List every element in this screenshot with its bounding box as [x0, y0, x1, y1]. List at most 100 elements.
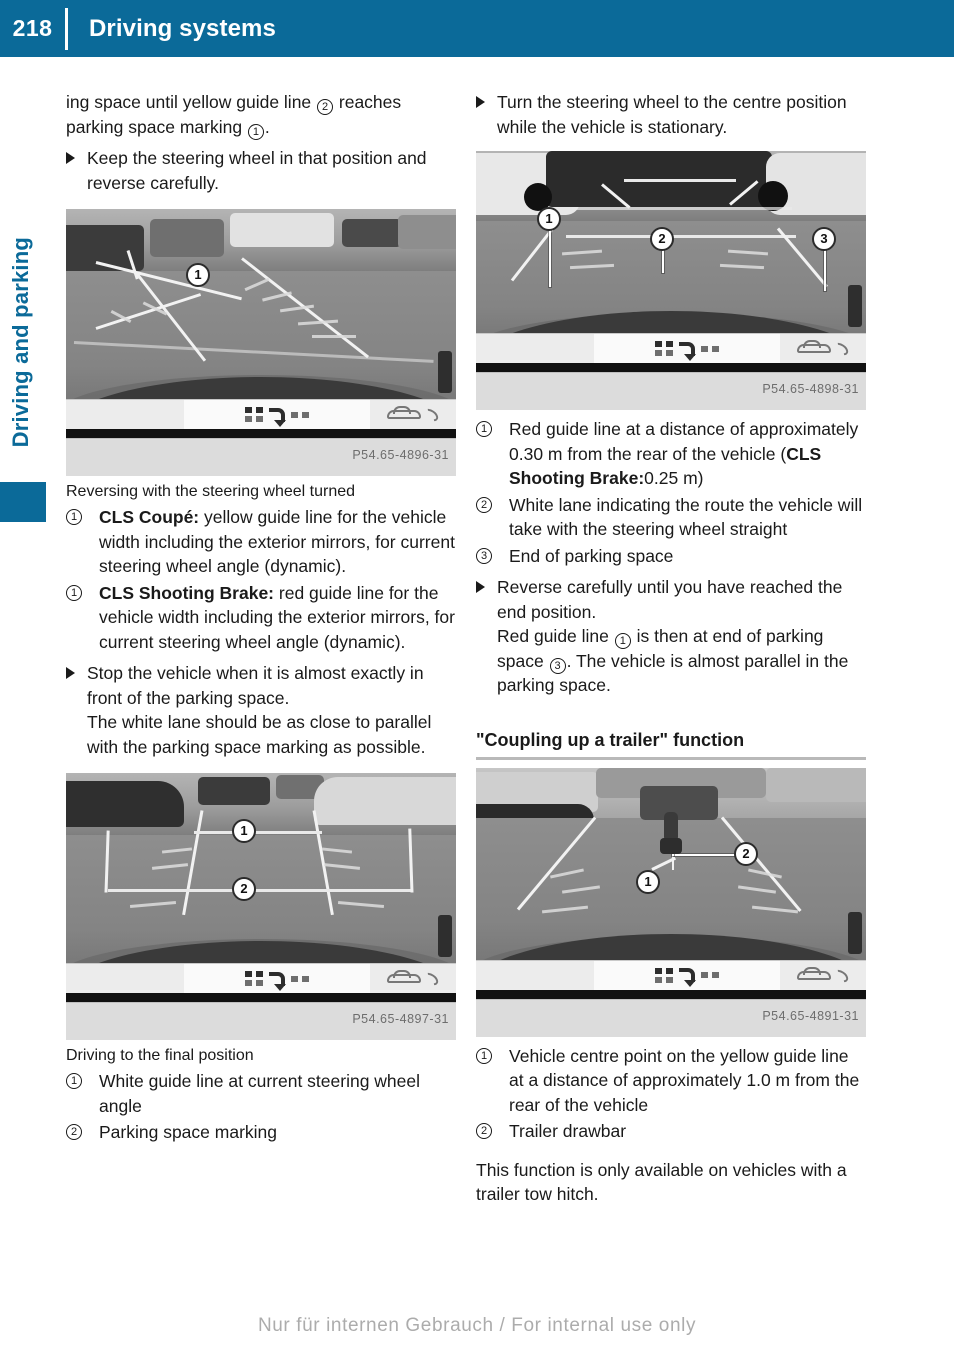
screen-black-bar — [66, 993, 456, 1002]
legend-item-white-lane-text: White lane indicating the route the vehi… — [509, 494, 863, 540]
legend-item-cls-shooting-brake: 1 CLS Shooting Brake: red guide line for… — [66, 581, 456, 655]
lane-dash — [312, 335, 356, 338]
legend-item-cls-coupe-label: CLS Coupé: — [99, 507, 200, 527]
footer-watermark: Nur für internen Gebrauch / For internal… — [257, 1315, 697, 1336]
legend-number-badge: 1 — [66, 1073, 82, 1089]
parked-car — [198, 777, 270, 805]
chapter-side-tab: Driving and parking — [0, 205, 44, 480]
legend-item-trailer-drawbar-text: Trailer drawbar — [509, 1121, 627, 1141]
hmi-vehicle-icon-area — [780, 334, 866, 363]
camera-view-image: 1 2 — [476, 767, 866, 990]
legend-number-badge: 2 — [476, 1123, 492, 1139]
trajectory-hook-icon — [679, 968, 696, 987]
legend-item-end-of-parking-space-text: End of parking space — [509, 545, 674, 566]
instruction-reverse-carefully: Reverse carefully until you have reached… — [476, 575, 866, 698]
guide-line-top — [194, 831, 322, 834]
legend-number-badge: 3 — [476, 547, 492, 564]
hmi-status-strip — [476, 333, 866, 363]
parking-sensor — [438, 915, 452, 957]
car-icon — [797, 966, 851, 985]
legend-number-badge: 2 — [66, 1124, 82, 1140]
sensor-bar-group — [291, 975, 298, 982]
page-title: Driving systems — [89, 14, 276, 42]
figure-image-id: P54.65-4891-31 — [762, 1008, 859, 1023]
trailer-drawbar-structure — [640, 785, 718, 820]
trajectory-hook-icon — [269, 407, 286, 427]
sensor-bar-group — [256, 971, 263, 986]
inline-callout-ref: 2 — [317, 99, 334, 115]
legend-number-badge: 1 — [66, 584, 82, 601]
inline-callout-ref: 1 — [247, 123, 264, 140]
sensor-bar-group — [655, 967, 662, 983]
instruction-reverse-cont-a: Red guide line — [497, 626, 614, 646]
figure-image-id: P54.65-4897-31 — [352, 1012, 449, 1026]
hmi-vehicle-icon-area — [370, 964, 456, 993]
figure-id-bar: P54.65-4891-31 — [476, 998, 866, 1037]
callout-leader-line — [549, 229, 551, 287]
hmi-vehicle-icon-area — [370, 400, 456, 429]
screen-black-bar — [476, 989, 866, 999]
camera-view-image: 1 — [66, 209, 456, 429]
instruction-stop-vehicle: Stop the vehicle when it is almost exact… — [66, 661, 456, 759]
sensor-bar-group — [655, 341, 662, 356]
paragraph-continued-text-c: . — [264, 116, 270, 137]
instruction-keep-wheel-text: Keep the steering wheel in that position… — [87, 148, 427, 193]
instruction-turn-wheel: Turn the steering wheel to the centre po… — [476, 90, 866, 139]
sensor-bar-group — [302, 411, 309, 418]
sensor-bar-group — [712, 972, 719, 978]
sensor-bar-group — [245, 407, 252, 422]
hmi-left-segment — [476, 334, 594, 363]
legend-item-white-guide-line: 1 White guide line at current steering w… — [66, 1069, 456, 1118]
instruction-reverse-continued: Red guide line 1 is then at end of parki… — [497, 626, 848, 695]
legend-item-cls-coupe: 1 CLS Coupé: yellow guide line for the v… — [66, 505, 456, 579]
paragraph-continued-text-a: ing space until yellow guide line — [66, 92, 317, 112]
callout-leader-line — [824, 249, 826, 291]
section-heading-coupling-trailer: "Coupling up a trailer" function — [476, 729, 745, 750]
hmi-parking-sensor-display — [594, 334, 780, 363]
instruction-reverse-cont-c: . The vehicle is almost parallel in the … — [497, 650, 849, 696]
instruction-keep-wheel: Keep the steering wheel in that position… — [66, 146, 456, 195]
legend-item-end-of-parking-space: 3 End of parking space — [476, 544, 866, 569]
hmi-left-segment — [66, 964, 184, 993]
hmi-parking-sensor-display — [184, 400, 370, 429]
figure-callout-2: 2 — [734, 841, 758, 866]
trajectory-hook-icon — [679, 341, 696, 361]
legend-item-cls-brake-label: CLS Shooting Brake: — [99, 582, 275, 603]
legend-item-parking-space-marking: 2 Parking space marking — [66, 1120, 456, 1145]
parked-car — [230, 213, 334, 247]
red-guide-line — [566, 235, 796, 238]
sensor-bar-group — [302, 975, 309, 982]
guide-line-far — [624, 179, 736, 182]
parked-car — [314, 777, 456, 825]
car-icon — [387, 970, 441, 988]
background-object — [766, 767, 866, 802]
legend-item-vehicle-centre-point: 1 Vehicle centre point on the yellow gui… — [476, 1044, 866, 1118]
instruction-reverse-text: Reverse carefully until you have reached… — [497, 577, 843, 622]
hmi-left-segment — [66, 400, 184, 429]
instruction-stop-vehicle-continued: The white lane should be as close to par… — [87, 712, 432, 757]
sensor-bar-group — [666, 967, 673, 983]
chapter-tab-marker — [0, 482, 46, 522]
legend-number-badge: 1 — [66, 509, 82, 525]
callout-leader-line — [672, 853, 674, 856]
figure-id-bar: P54.65-4896-31 — [66, 438, 456, 476]
legend-item-white-guide-line-text: White guide line at current steering whe… — [99, 1071, 421, 1116]
arrow-bullet-icon — [66, 667, 75, 679]
inline-callout-ref: 3 — [549, 657, 566, 674]
figure-callout-2: 2 — [650, 227, 674, 251]
parked-car — [66, 781, 184, 827]
camera-view-image: 1 2 — [66, 773, 456, 993]
guide-line-mid — [572, 207, 792, 210]
trajectory-hook-icon — [269, 971, 286, 991]
parked-car — [150, 219, 224, 257]
legend-item-red-guide-line: 1 Red guide line at a distance of approx… — [476, 417, 866, 491]
legend-item-trailer-drawbar: 2 Trailer drawbar — [476, 1119, 866, 1144]
figure-id-bar: P54.65-4898-31 — [476, 372, 866, 410]
sensor-bar-group — [701, 345, 708, 352]
hmi-vehicle-icon-area — [780, 960, 866, 990]
section-heading-rule — [476, 756, 866, 760]
legend-item-red-guide-line-text-b: 0.25 m) — [644, 468, 704, 488]
figure-callout-1: 1 — [186, 263, 210, 287]
figure-callout-1: 1 — [636, 869, 660, 894]
paragraph-continued: ing space until yellow guide line 2 reac… — [66, 90, 456, 140]
